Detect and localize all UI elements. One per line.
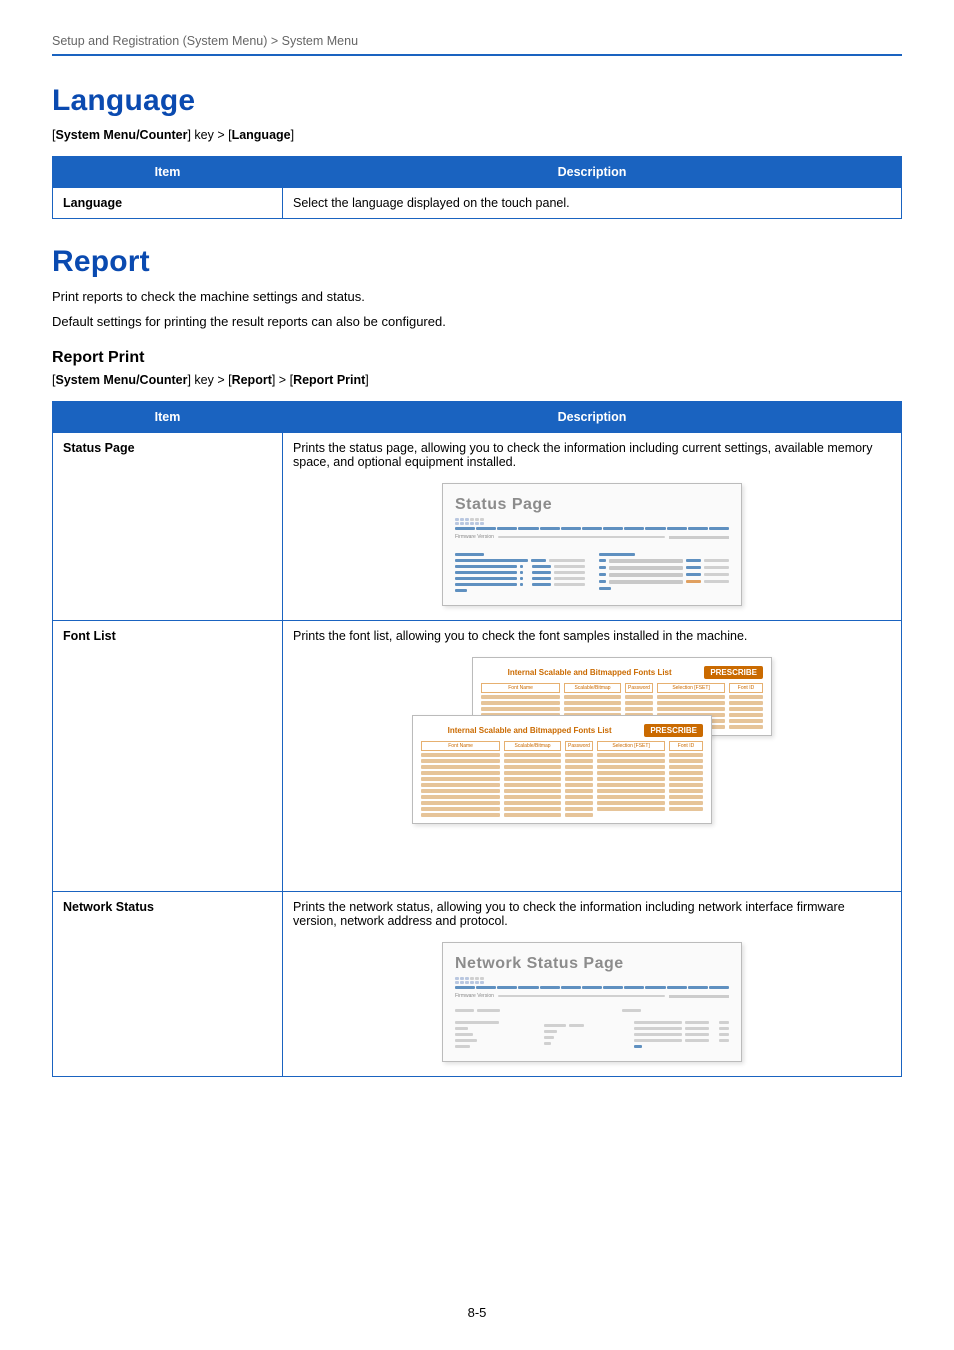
thumb-title: Network Status Page — [455, 955, 729, 973]
network-status-desc-text: Prints the network status, allowing you … — [293, 900, 891, 928]
thumb-title: Status Page — [455, 496, 729, 514]
heading-report: Report — [52, 245, 902, 279]
table-language: Item Description Language Select the lan… — [52, 156, 902, 219]
cell-item: Font List — [53, 621, 283, 892]
key-language: Language — [232, 128, 291, 142]
table-row-status-page: Status Page Prints the status page, allo… — [53, 433, 902, 621]
network-status-thumbnail: Network Status Page Firmware Version — [442, 942, 742, 1062]
font-card-front: Internal Scalable and Bitmapped Fonts Li… — [412, 715, 712, 824]
document-page: Setup and Registration (System Menu) > S… — [0, 0, 954, 1350]
col-header-item: Item — [53, 157, 283, 188]
nav-path-report-print: [System Menu/Counter] key > [Report] > [… — [52, 373, 902, 387]
thumb-fw-label: Firmware Version — [455, 993, 494, 999]
subheading-report-print: Report Print — [52, 349, 902, 367]
thumb-decor-icon — [455, 977, 483, 984]
table-report-print: Item Description Status Page Prints the … — [52, 401, 902, 1077]
report-paragraph-2: Default settings for printing the result… — [52, 314, 902, 329]
table-row-network-status: Network Status Prints the network status… — [53, 892, 902, 1077]
table-row: Language Select the language displayed o… — [53, 188, 902, 219]
prescribe-tag: PRESCRIBE — [704, 666, 763, 679]
breadcrumb: Setup and Registration (System Menu) > S… — [52, 34, 902, 56]
cell-item: Language — [53, 188, 283, 219]
font-card-title: Internal Scalable and Bitmapped Fonts Li… — [481, 668, 698, 677]
col-header-item: Item — [53, 402, 283, 433]
key-system-menu-counter: System Menu/Counter — [55, 373, 187, 387]
cell-item: Network Status — [53, 892, 283, 1077]
status-page-thumbnail: Status Page Firmware Version — [442, 483, 742, 606]
page-number: 8-5 — [0, 1305, 954, 1320]
key-report: Report — [232, 373, 272, 387]
key-system-menu-counter: System Menu/Counter — [55, 128, 187, 142]
prescribe-tag: PRESCRIBE — [644, 724, 703, 737]
nav-path-language: [System Menu/Counter] key > [Language] — [52, 128, 902, 142]
status-page-desc-text: Prints the status page, allowing you to … — [293, 441, 891, 469]
col-header-description: Description — [283, 402, 902, 433]
font-list-thumbnail: Internal Scalable and Bitmapped Fonts Li… — [412, 657, 772, 877]
thumb-fw-label: Firmware Version — [455, 534, 494, 540]
font-list-desc-text: Prints the font list, allowing you to ch… — [293, 629, 891, 643]
cell-description: Prints the status page, allowing you to … — [283, 433, 902, 621]
table-row-font-list: Font List Prints the font list, allowing… — [53, 621, 902, 892]
thumb-decor-icon — [455, 518, 483, 525]
font-card-title: Internal Scalable and Bitmapped Fonts Li… — [421, 726, 638, 735]
cell-description: Prints the network status, allowing you … — [283, 892, 902, 1077]
key-report-print: Report Print — [293, 373, 365, 387]
report-paragraph-1: Print reports to check the machine setti… — [52, 289, 902, 304]
col-header-description: Description — [283, 157, 902, 188]
cell-description: Select the language displayed on the tou… — [283, 188, 902, 219]
cell-item: Status Page — [53, 433, 283, 621]
cell-description: Prints the font list, allowing you to ch… — [283, 621, 902, 892]
heading-language: Language — [52, 84, 902, 118]
